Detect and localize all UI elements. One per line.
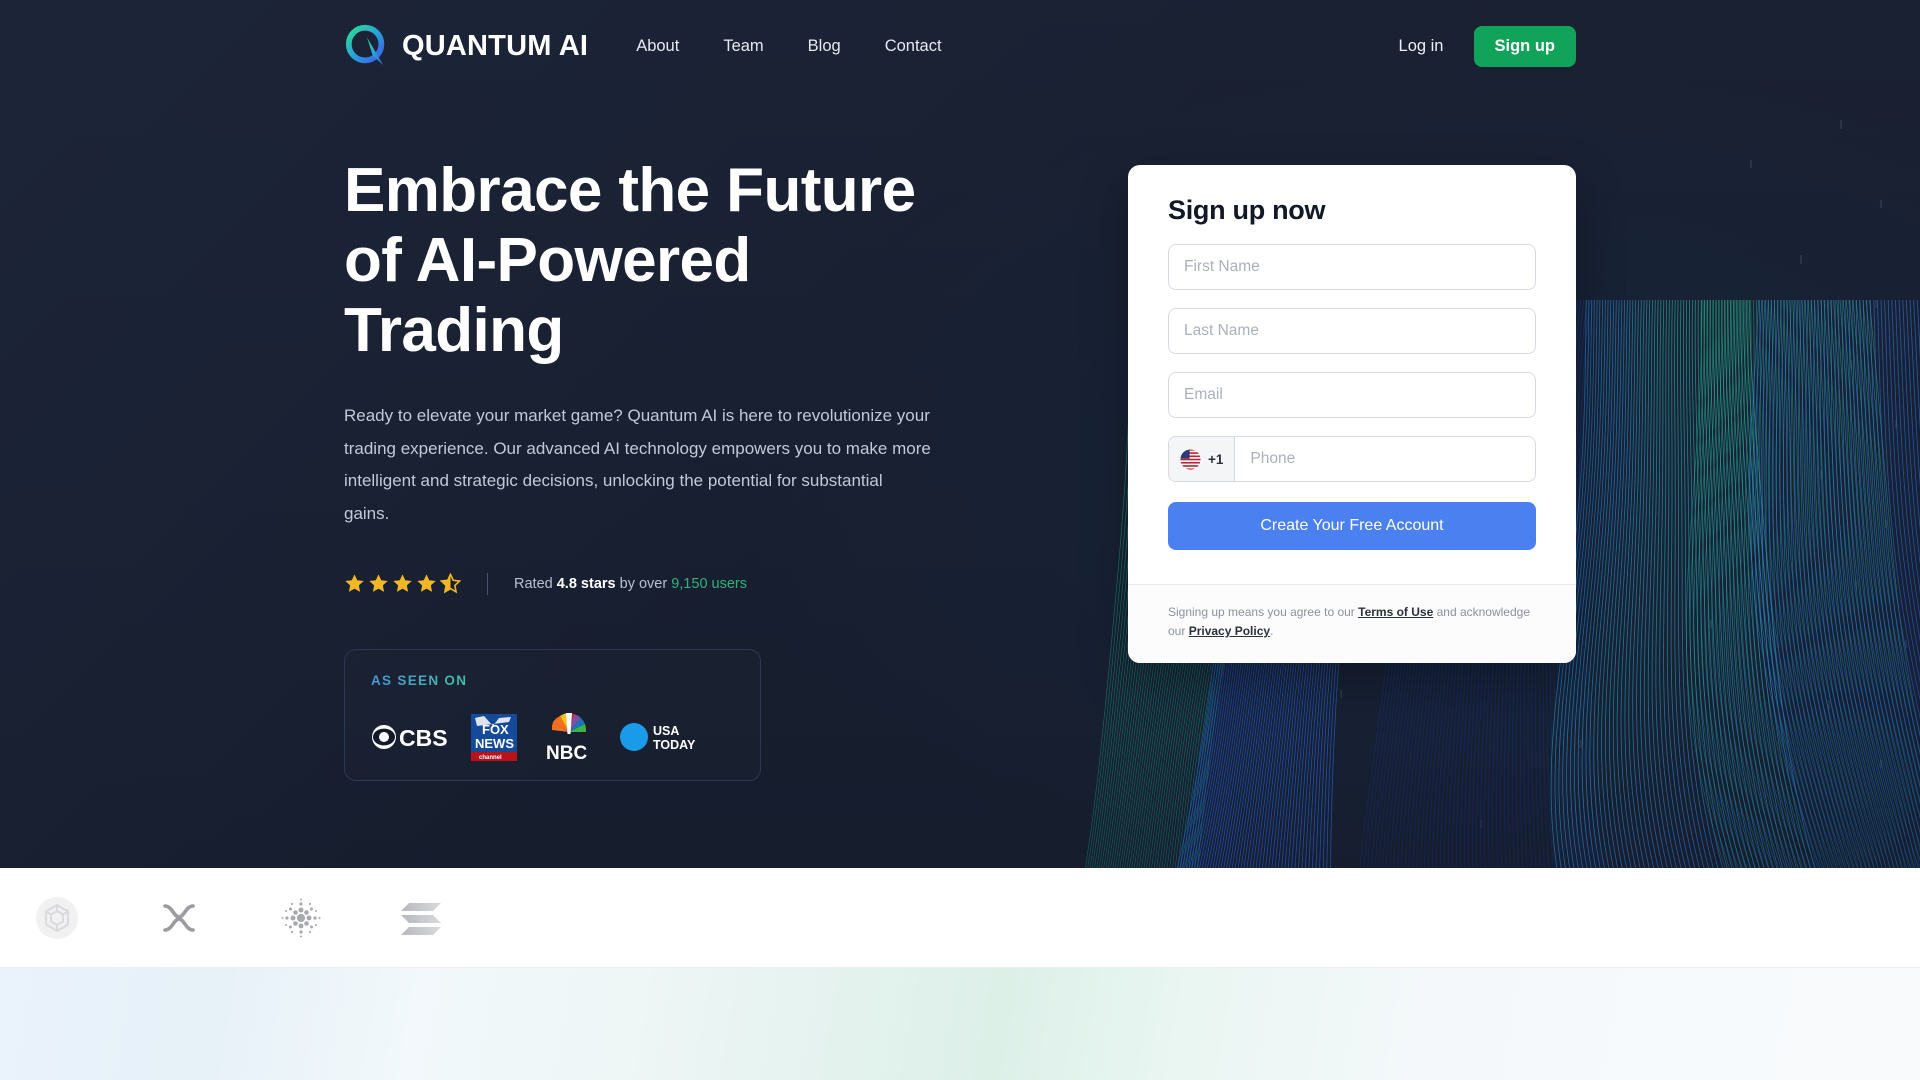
cbs-logo: CBS xyxy=(372,724,447,750)
rating-users: 9,150 users xyxy=(671,575,747,592)
nav-actions: Log in Sign up xyxy=(1399,25,1576,67)
last-name-input[interactable] xyxy=(1168,308,1536,354)
signup-button[interactable]: Sign up xyxy=(1473,25,1576,67)
rating-middle: by over xyxy=(615,575,672,592)
login-link[interactable]: Log in xyxy=(1399,37,1444,56)
svg-text:FOX: FOX xyxy=(482,722,509,737)
svg-text:CBS: CBS xyxy=(399,725,447,750)
crypto-logo-strip xyxy=(0,868,1920,968)
rating-score-suffix: stars xyxy=(576,575,616,592)
legal-prefix: Signing up means you agree to our xyxy=(1168,605,1359,619)
crypto-logo-bnb[interactable] xyxy=(27,888,87,948)
privacy-policy-link[interactable]: Privacy Policy xyxy=(1189,624,1270,638)
rating-score: 4.8 xyxy=(556,575,577,592)
as-seen-on-box: AS SEEN ON CBS FOX NEWS channel NBC USA … xyxy=(344,648,761,781)
legal-suffix: . xyxy=(1270,624,1274,639)
svg-text:TODAY: TODAY xyxy=(653,738,696,752)
svg-text:NEWS: NEWS xyxy=(475,736,514,751)
terms-of-use-link[interactable]: Terms of Use xyxy=(1358,605,1433,619)
nav-link-about[interactable]: About xyxy=(636,37,679,56)
hero-content: Embrace the Future of AI-Powered Trading… xyxy=(344,156,984,781)
nav-link-blog[interactable]: Blog xyxy=(808,37,841,56)
hero-section: QUANTUM AI About Team Blog Contact Log i… xyxy=(0,0,1920,868)
xrp-coin-icon xyxy=(163,903,195,932)
svg-text:USA: USA xyxy=(653,724,679,738)
rating-prefix: Rated xyxy=(514,575,557,592)
rating-row: Rated 4.8 stars by over 9,150 users xyxy=(344,572,984,595)
email-input[interactable] xyxy=(1168,372,1536,418)
phone-input[interactable] xyxy=(1235,437,1535,481)
star-rating xyxy=(344,573,461,594)
svg-text:NBC: NBC xyxy=(546,743,587,762)
page-root: QUANTUM AI About Team Blog Contact Log i… xyxy=(0,0,1920,1080)
crypto-logo-cardano[interactable] xyxy=(271,888,331,948)
cardano-coin-icon xyxy=(281,898,321,937)
create-account-button[interactable]: Create Your Free Account xyxy=(1168,502,1536,550)
svg-text:channel: channel xyxy=(479,755,502,761)
nbc-logo: NBC xyxy=(546,712,587,762)
bottom-gradient-band xyxy=(0,968,1920,1080)
nav-link-contact[interactable]: Contact xyxy=(885,37,942,56)
us-flag-icon xyxy=(1180,448,1201,470)
star-icon xyxy=(393,574,412,592)
first-name-input[interactable] xyxy=(1168,244,1536,290)
signup-card-body: Sign up now First Name Last Name Email +… xyxy=(1128,165,1576,584)
star-icon xyxy=(440,573,461,594)
signup-card: Sign up now First Name Last Name Email +… xyxy=(1128,165,1576,664)
country-code-select[interactable]: +1 xyxy=(1169,437,1236,481)
signup-card-footer: Signing up means you agree to our Terms … xyxy=(1128,584,1576,664)
brand-logo[interactable]: QUANTUM AI xyxy=(344,23,588,69)
country-code-value: +1 xyxy=(1208,451,1224,467)
brand-name: QUANTUM AI xyxy=(402,29,589,62)
usa-today-logo: USA TODAY xyxy=(620,722,696,752)
rating-text: Rated 4.8 stars by over 9,150 users xyxy=(514,576,747,592)
media-logo-row: CBS FOX NEWS channel NBC USA TODAY xyxy=(371,712,734,762)
crypto-logo-solana[interactable] xyxy=(391,888,451,948)
nav-links: About Team Blog Contact xyxy=(636,37,941,56)
bnb-coin-icon xyxy=(36,896,78,939)
legal-text: Signing up means you agree to our Terms … xyxy=(1168,603,1536,641)
solana-coin-icon xyxy=(401,902,441,935)
quantum-q-logo-icon xyxy=(345,24,385,66)
hero-subcopy: Ready to elevate your market game? Quant… xyxy=(344,406,931,524)
as-seen-on-label: AS SEEN ON xyxy=(371,672,468,688)
phone-row: +1 xyxy=(1168,436,1536,482)
top-navigation: QUANTUM AI About Team Blog Contact Log i… xyxy=(0,0,1920,92)
star-icon xyxy=(417,574,436,592)
page-title: Embrace the Future of AI-Powered Trading xyxy=(344,156,916,366)
rating-divider xyxy=(487,572,488,595)
star-icon xyxy=(369,574,388,592)
crypto-logo-xrp[interactable] xyxy=(149,888,209,948)
signup-card-title: Sign up now xyxy=(1168,195,1326,225)
nav-link-team[interactable]: Team xyxy=(723,37,763,56)
fox-news-logo: FOX NEWS channel xyxy=(471,713,517,761)
star-icon xyxy=(345,574,364,592)
